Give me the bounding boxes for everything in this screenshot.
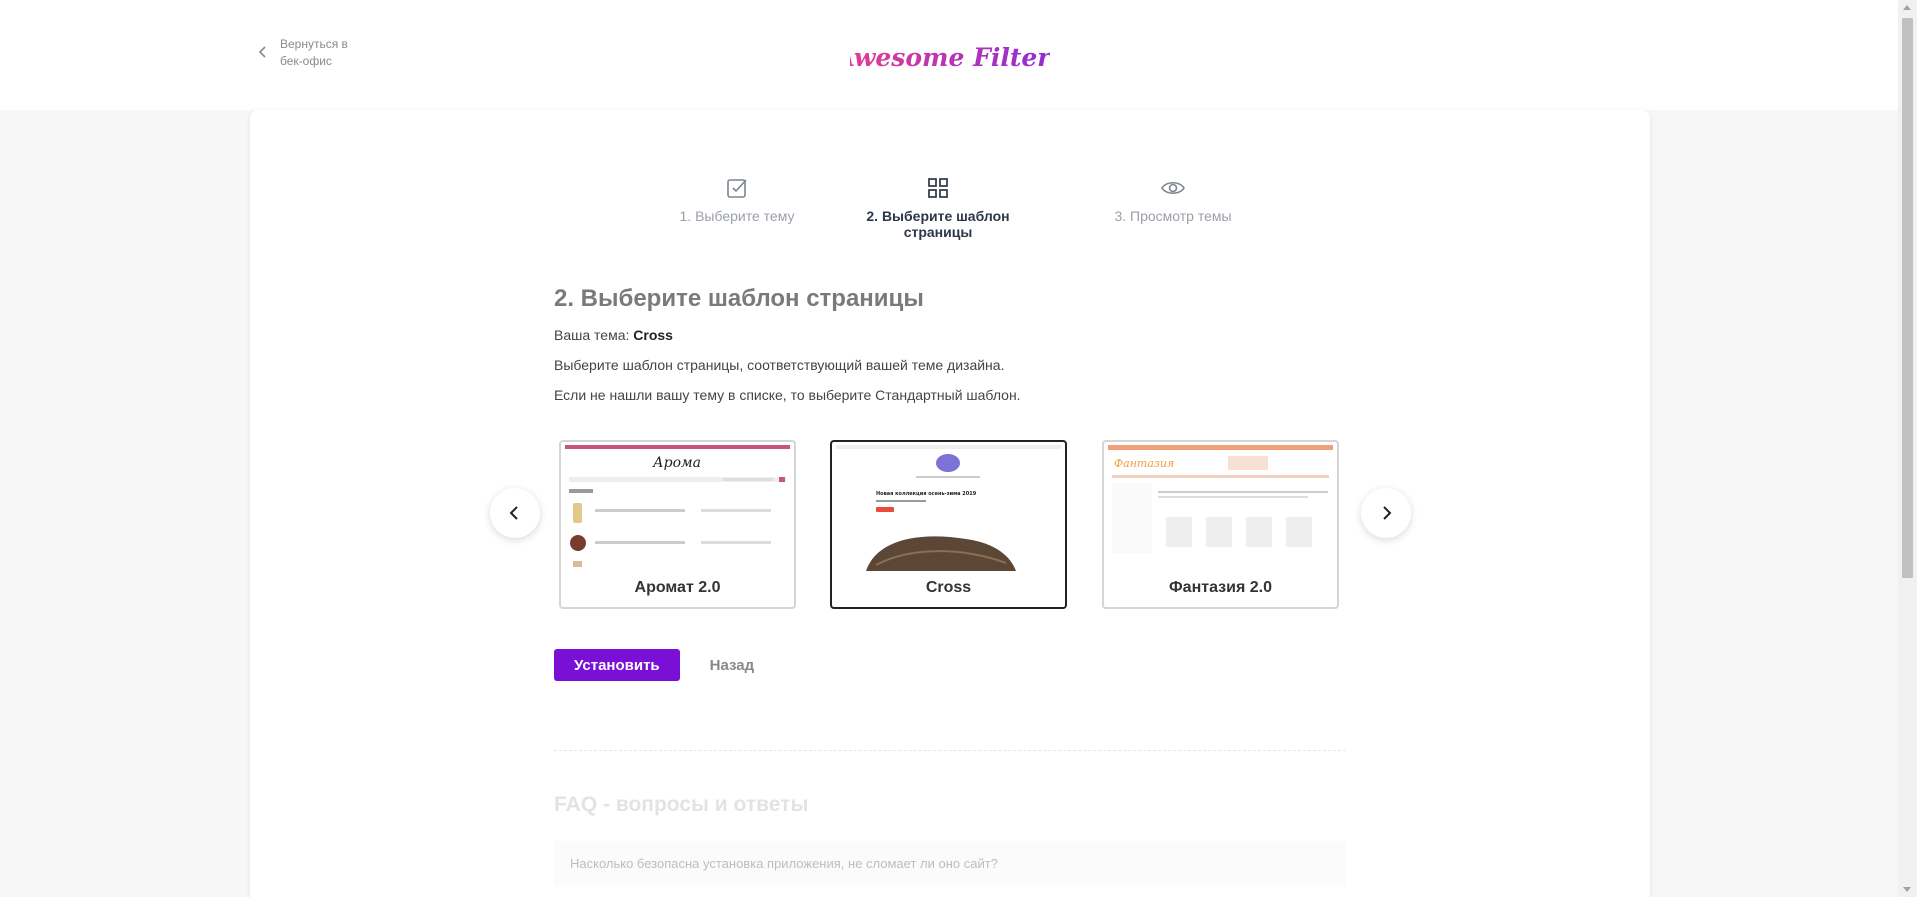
wizard-card: 1. Выберите тему 2. Выберите шаблон стра… bbox=[250, 110, 1650, 897]
svg-text:Арома: Арома bbox=[652, 455, 701, 471]
step-label: 2. Выберите шаблон страницы bbox=[866, 208, 1010, 240]
template-thumbnail: Новая коллекция осень-зима 2019 bbox=[836, 445, 1061, 571]
action-bar: Установить Назад bbox=[554, 649, 754, 681]
step-preview-theme[interactable]: 3. Просмотр темы bbox=[1103, 176, 1243, 224]
step-choose-template[interactable]: 2. Выберите шаблон страницы bbox=[838, 176, 1038, 240]
top-bar: Вернуться в бек-офис Awesome Filters bbox=[0, 0, 1898, 110]
logo-text: Awesome Filters bbox=[850, 43, 1050, 72]
chevron-left-icon bbox=[509, 506, 518, 520]
faq-title: FAQ - вопросы и ответы bbox=[554, 793, 809, 816]
template-thumbnail: Арома bbox=[565, 445, 790, 571]
template-name: Cross bbox=[925, 579, 972, 596]
description-2: Если не нашли вашу тему в списке, то выб… bbox=[554, 387, 1021, 403]
template-card-cross[interactable]: Новая коллекция осень-зима 2019 Cross bbox=[830, 440, 1067, 609]
step-choose-theme[interactable]: 1. Выберите тему bbox=[662, 176, 812, 224]
theme-name: Cross bbox=[633, 327, 673, 343]
vertical-scrollbar[interactable] bbox=[1898, 0, 1917, 897]
checkbox-icon bbox=[727, 179, 747, 198]
carousel-prev-button[interactable] bbox=[490, 488, 540, 538]
template-carousel: Арома Аромат 2.0 Новая коллекция осень-з… bbox=[490, 440, 1411, 620]
step-label: 3. Просмотр темы bbox=[1114, 208, 1232, 224]
page-title: 2. Выберите шаблон страницы bbox=[554, 285, 924, 312]
faq-question: Насколько безопасна установка приложения… bbox=[570, 855, 998, 871]
back-to-backoffice-link[interactable]: Вернуться в бек-офис bbox=[256, 36, 360, 70]
install-button[interactable]: Установить bbox=[554, 649, 680, 681]
chevron-left-icon bbox=[258, 46, 266, 58]
carousel-next-button[interactable] bbox=[1361, 488, 1411, 538]
divider bbox=[554, 750, 1346, 751]
back-button[interactable]: Назад bbox=[710, 657, 754, 674]
current-theme-line: Ваша тема: Cross bbox=[554, 327, 1354, 343]
svg-text:Фантазия: Фантазия bbox=[1114, 457, 1174, 470]
template-name: Фантазия 2.0 bbox=[1169, 579, 1272, 596]
template-thumbnail: Фантазия bbox=[1108, 445, 1333, 571]
scroll-up-icon[interactable] bbox=[1903, 5, 1911, 10]
step-label: 1. Выберите тему bbox=[679, 208, 795, 224]
template-name: Аромат 2.0 bbox=[634, 579, 721, 596]
grid-icon bbox=[928, 178, 948, 198]
wizard-steps: 1. Выберите тему 2. Выберите шаблон стра… bbox=[250, 176, 1650, 240]
eye-icon bbox=[1161, 181, 1185, 195]
svg-text:Новая коллекция осень-зима 201: Новая коллекция осень-зима 2019 bbox=[876, 491, 977, 497]
template-card-aromat[interactable]: Арома Аромат 2.0 bbox=[559, 440, 796, 609]
page: Вернуться в бек-офис Awesome Filters 1. … bbox=[0, 0, 1917, 897]
back-link-label: Вернуться в бек-офис bbox=[280, 37, 348, 68]
faq-item[interactable]: Насколько безопасна установка приложения… bbox=[554, 841, 1346, 885]
step-content: 2. Выберите шаблон страницы Ваша тема: C… bbox=[554, 285, 1354, 417]
theme-prefix: Ваша тема: bbox=[554, 327, 630, 343]
scrollbar-thumb[interactable] bbox=[1902, 18, 1913, 578]
chevron-right-icon bbox=[1383, 506, 1392, 520]
description-1: Выберите шаблон страницы, соответствующи… bbox=[554, 357, 1005, 373]
awesome-filters-logo: Awesome Filters bbox=[850, 43, 1050, 72]
scroll-down-icon[interactable] bbox=[1903, 887, 1911, 892]
template-card-fantasy[interactable]: Фантазия Фантазия 2.0 bbox=[1102, 440, 1339, 609]
